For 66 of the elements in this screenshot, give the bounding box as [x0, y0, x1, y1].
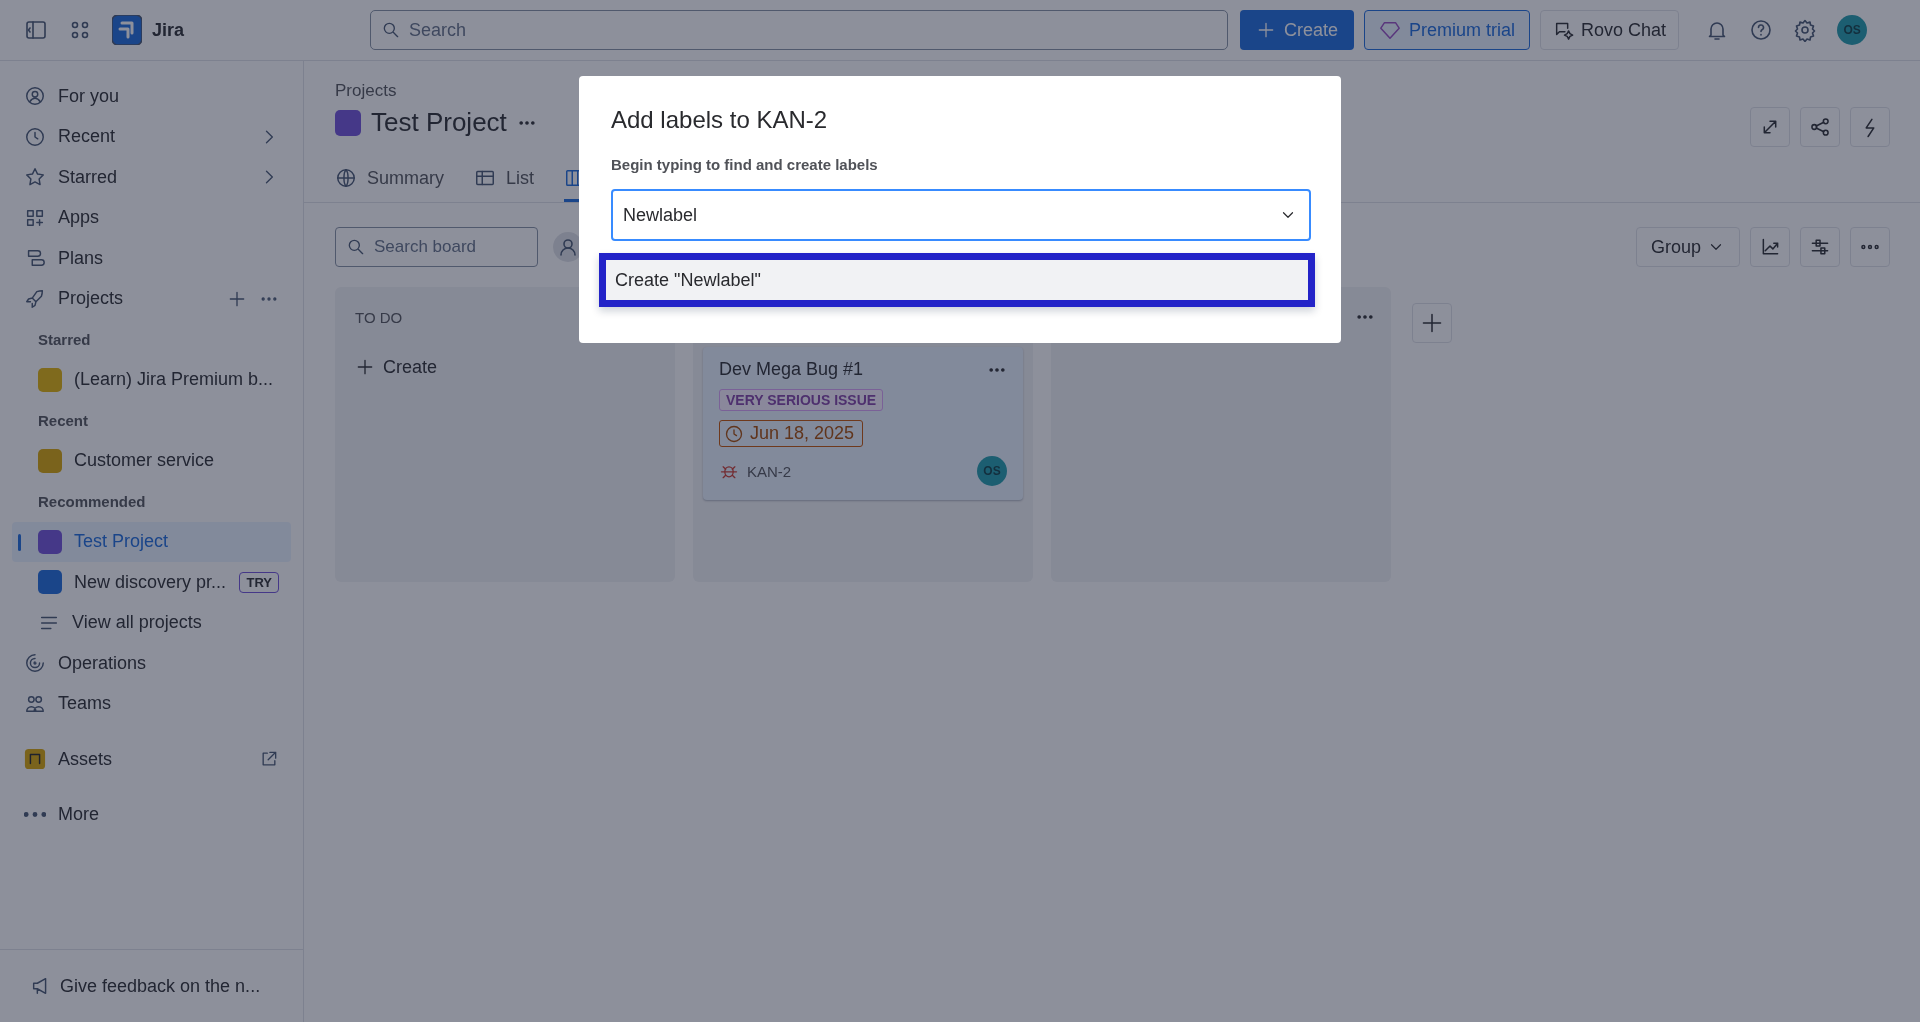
- chart-icon[interactable]: [1750, 227, 1790, 267]
- sidebar-item[interactable]: Teams: [12, 683, 291, 724]
- globe-icon: [335, 167, 357, 189]
- project-item[interactable]: New discovery pr... TRY: [12, 562, 291, 603]
- field-hint: Begin typing to find and create labels: [611, 156, 878, 173]
- view-tab[interactable]: Summary: [335, 161, 444, 202]
- lightning-icon[interactable]: [1850, 107, 1890, 147]
- group-button[interactable]: Group: [1635, 227, 1740, 267]
- help-icon[interactable]: [1749, 18, 1774, 42]
- settings-icon[interactable]: [1793, 18, 1818, 42]
- create-issue-button[interactable]: Create: [345, 347, 665, 387]
- create-label-option[interactable]: Create "Newlabel": [599, 253, 1315, 307]
- expand-icon[interactable]: [1750, 107, 1790, 147]
- logo-icon[interactable]: [112, 15, 142, 45]
- clock-icon: [24, 125, 46, 148]
- sidebar-item[interactable]: Operations: [12, 643, 291, 684]
- search-field[interactable]: Search: [370, 10, 1229, 50]
- try-badge: TRY: [239, 571, 279, 593]
- sidebar-item[interactable]: Projects: [12, 278, 291, 319]
- due-date: Jun 18, 2025: [719, 420, 864, 447]
- sidebar-item[interactable]: Assets: [12, 739, 291, 780]
- feedback-link[interactable]: Give feedback on the n...: [30, 975, 261, 997]
- sidebar-item[interactable]: For you: [12, 76, 291, 117]
- label-combobox[interactable]: Newlabel: [611, 189, 1311, 241]
- share-icon[interactable]: [1800, 107, 1840, 147]
- project-avatar-icon: [38, 448, 62, 473]
- more-item[interactable]: More: [12, 794, 291, 835]
- section-heading: Recommended: [37, 491, 147, 512]
- board-search-field[interactable]: Search board: [335, 227, 538, 267]
- project-item[interactable]: Test Project: [12, 521, 291, 562]
- dialog-title: Add labels to KAN-2: [611, 106, 828, 134]
- target-icon: [24, 652, 46, 675]
- project-avatar-icon: [38, 570, 62, 595]
- sidebar-toggle-icon[interactable]: [24, 18, 48, 42]
- section-heading: Recent: [37, 410, 90, 431]
- premium-trial-button[interactable]: Premium trial: [1364, 10, 1531, 50]
- add-column-icon[interactable]: [1412, 303, 1452, 343]
- product-name[interactable]: Jira: [152, 19, 185, 41]
- column-title: TO DO: [355, 308, 403, 326]
- issue-title: Dev Mega Bug #1: [719, 359, 865, 380]
- sidebar-item[interactable]: Apps: [12, 197, 291, 238]
- rocket-icon: [24, 287, 46, 310]
- view-tab[interactable]: List: [474, 161, 535, 202]
- project-item[interactable]: (Learn) Jira Premium b...: [12, 359, 291, 400]
- project-title: Test Project: [371, 107, 507, 138]
- sidebar-item[interactable]: View all projects: [12, 602, 291, 643]
- plus-icon: [355, 357, 375, 377]
- assets-icon: [24, 748, 46, 771]
- clock-icon: [724, 423, 744, 444]
- section-heading: Starred: [37, 329, 92, 350]
- issue-key: KAN-2: [747, 462, 792, 480]
- sidebar-item[interactable]: Recent: [12, 116, 291, 157]
- project-avatar-icon: [38, 367, 62, 392]
- chat-button[interactable]: Rovo Chat: [1540, 10, 1680, 50]
- issue-label: VERY SERIOUS ISSUE: [719, 389, 884, 411]
- sidebar-item[interactable]: Starred: [12, 157, 291, 198]
- dots-icon: [24, 812, 46, 818]
- project-item[interactable]: Customer service: [12, 440, 291, 481]
- project-avatar-icon: [335, 109, 361, 136]
- sidebar-item[interactable]: Plans: [12, 238, 291, 279]
- project-avatar-icon: [38, 529, 62, 554]
- sliders-icon[interactable]: [1800, 227, 1840, 267]
- more-icon[interactable]: [1850, 227, 1890, 267]
- breadcrumb-link[interactable]: Projects: [335, 81, 537, 101]
- gem-icon: [1379, 19, 1402, 41]
- create-button[interactable]: Create: [1240, 10, 1355, 50]
